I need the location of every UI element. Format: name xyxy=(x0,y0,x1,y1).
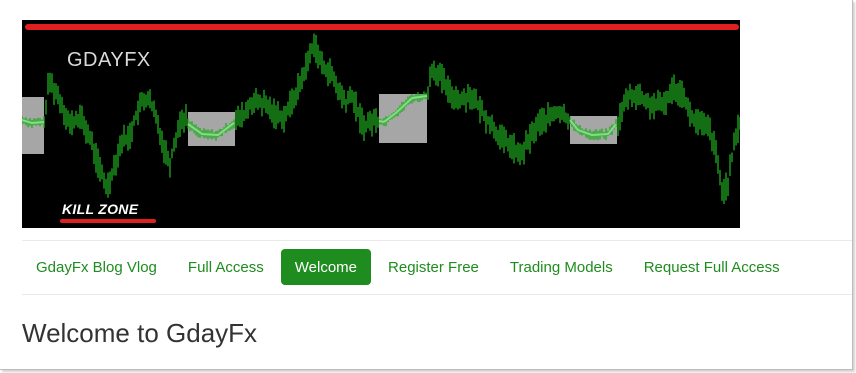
kill-zone-underline xyxy=(60,219,156,223)
nav-divider-top xyxy=(22,240,852,241)
site-logo[interactable]: GDAYFX xyxy=(67,49,151,72)
nav-divider-bottom xyxy=(22,294,852,295)
nav-item-full-access[interactable]: Full Access xyxy=(174,249,278,285)
header-banner: GDAYFX KILL ZONE xyxy=(22,20,740,228)
kill-zone-box-1 xyxy=(22,97,44,154)
top-red-bar xyxy=(25,24,739,30)
page-title: Welcome to GdayFx xyxy=(22,318,258,348)
nav-item-blog-vlog[interactable]: GdayFx Blog Vlog xyxy=(22,249,171,285)
kill-zone-label: KILL ZONE xyxy=(62,201,139,217)
page-frame: GDAYFX KILL ZONE GdayFx Blog Vlog Full A… xyxy=(0,0,853,370)
nav-item-trading-models[interactable]: Trading Models xyxy=(496,249,627,285)
nav-item-register-free[interactable]: Register Free xyxy=(374,249,493,285)
nav-item-welcome[interactable]: Welcome xyxy=(280,249,372,285)
main-nav: GdayFx Blog Vlog Full Access Welcome Reg… xyxy=(22,249,797,285)
nav-item-request-full-access[interactable]: Request Full Access xyxy=(630,249,794,285)
